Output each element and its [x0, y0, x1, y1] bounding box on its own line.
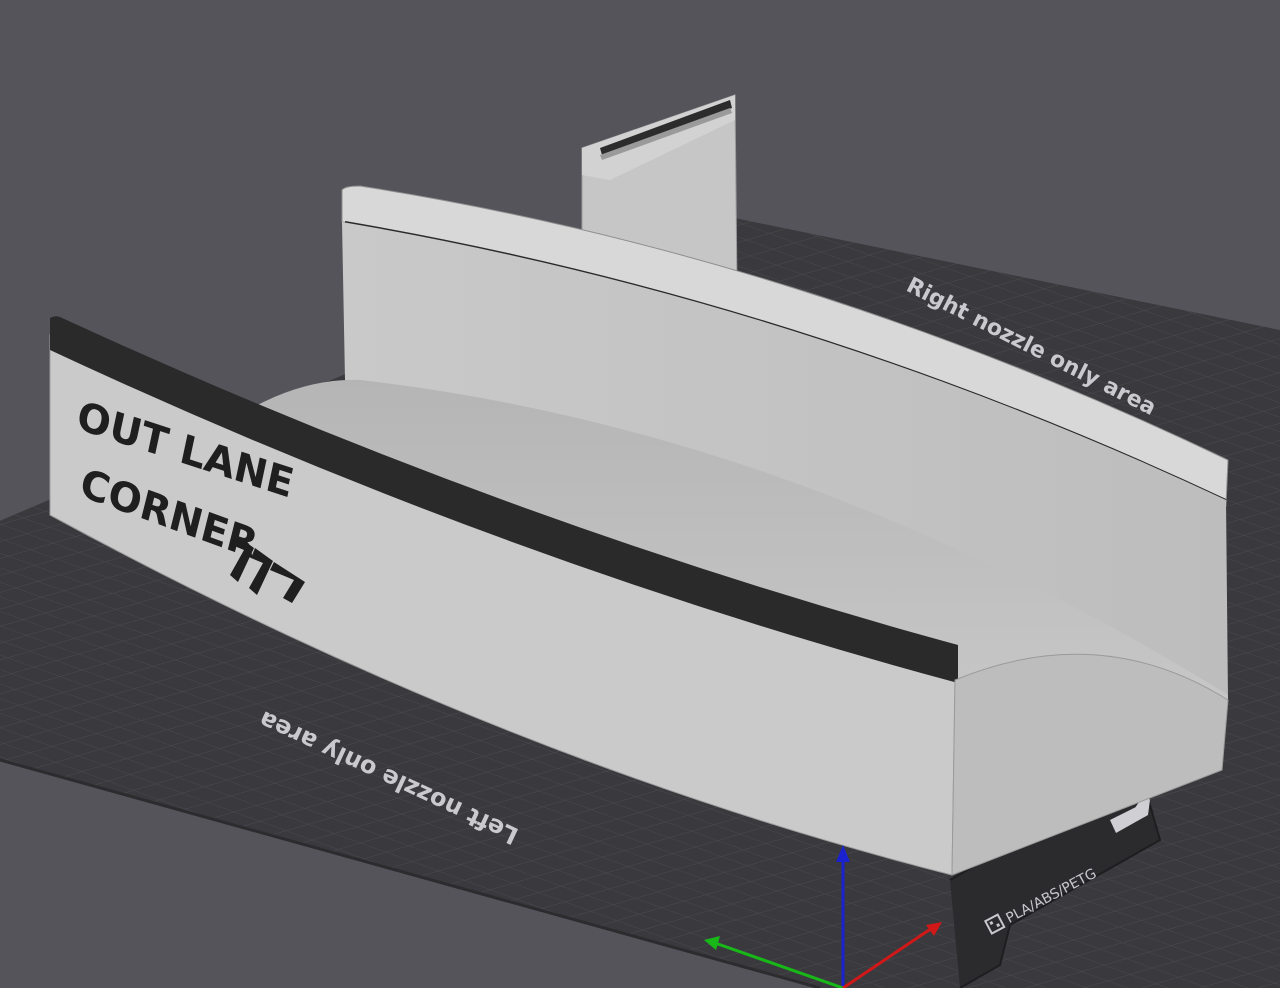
3d-viewport[interactable]: Right nozzle only area Left nozzle only … — [0, 0, 1280, 988]
